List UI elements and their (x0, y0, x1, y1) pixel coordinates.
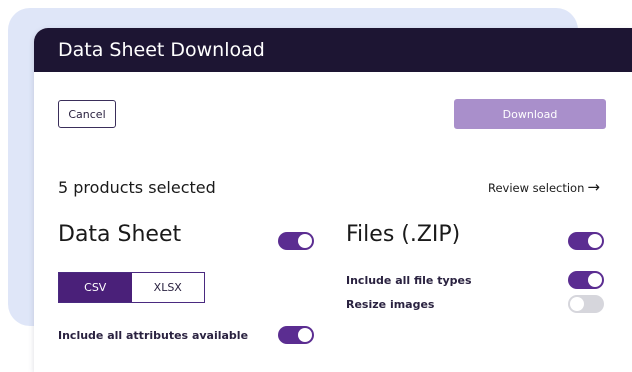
toggle-knob (588, 234, 602, 248)
include-all-file-types-label: Include all file types (346, 274, 472, 287)
arrow-right-icon: → (587, 178, 600, 196)
download-button[interactable]: Download (454, 99, 606, 129)
include-all-attributes-toggle[interactable] (278, 326, 314, 344)
format-option-csv[interactable]: CSV (59, 273, 132, 302)
resize-images-label: Resize images (346, 298, 435, 311)
selection-count: 5 products selected (58, 178, 216, 197)
download-dialog: Data Sheet Download Cancel Download 5 pr… (34, 28, 632, 372)
data-sheet-toggle[interactable] (278, 232, 314, 250)
format-selector: CSV XLSX (58, 272, 205, 303)
resize-images-toggle[interactable] (568, 295, 604, 313)
review-selection-link[interactable]: Review selection → (488, 180, 600, 195)
toggle-knob (570, 297, 584, 311)
data-sheet-title: Data Sheet (58, 222, 182, 247)
cancel-button[interactable]: Cancel (58, 100, 116, 128)
dialog-header: Data Sheet Download (34, 28, 632, 72)
toggle-knob (588, 273, 602, 287)
review-selection-label: Review selection (488, 180, 585, 195)
files-zip-title: Files (.ZIP) (346, 222, 461, 247)
dialog-title: Data Sheet Download (58, 39, 265, 61)
toggle-knob (298, 328, 312, 342)
include-all-file-types-toggle[interactable] (568, 271, 604, 289)
toggle-knob (298, 234, 312, 248)
files-zip-toggle[interactable] (568, 232, 604, 250)
format-option-xlsx[interactable]: XLSX (131, 273, 204, 302)
include-all-attributes-label: Include all attributes available (58, 329, 249, 342)
